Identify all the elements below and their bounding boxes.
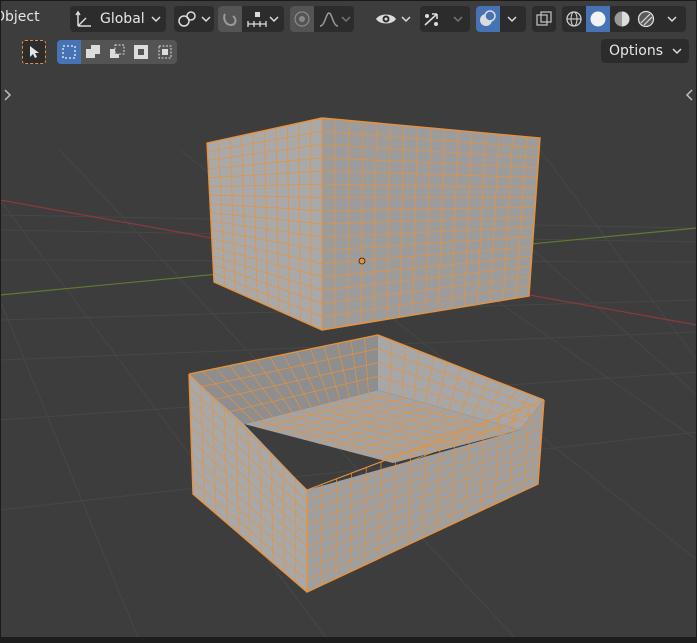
material-shading-icon [614, 11, 630, 27]
chevron-down-icon [672, 48, 682, 55]
magnet-snap-icon [223, 13, 237, 27]
selection-mode-new[interactable] [57, 40, 81, 64]
selection-mode-extend[interactable] [81, 40, 105, 64]
gizmo-group [420, 6, 470, 32]
shading-solid-button[interactable] [586, 6, 610, 32]
transform-orientation-dropdown[interactable]: Global [70, 6, 166, 32]
select-invert-icon [134, 45, 148, 59]
shading-material-button[interactable] [610, 6, 634, 32]
proportional-edit-group [290, 6, 354, 32]
lower-box-mesh [188, 334, 545, 593]
select-subtract-icon [110, 44, 125, 58]
pivot-link-icon [178, 11, 196, 27]
object-origin [358, 257, 366, 265]
chevron-down-icon [341, 16, 351, 23]
proportional-edit-icon [294, 11, 310, 27]
transform-orientation-value: Global [100, 11, 145, 27]
overlay-toggle[interactable] [476, 6, 500, 32]
snap-increment-icon[interactable] [246, 10, 268, 28]
selection-mode-subtract[interactable] [105, 40, 129, 64]
shading-rendered-button[interactable] [634, 6, 658, 32]
gizmo-toggle[interactable] [420, 6, 444, 32]
pivot-point-dropdown[interactable] [174, 6, 214, 32]
overlay-icon [480, 10, 496, 26]
select-intersect-icon [158, 45, 172, 59]
chevron-down-icon [201, 16, 211, 23]
blender-3d-viewport[interactable]: Object Global [0, 0, 697, 643]
sidebar-expand-arrow-icon[interactable] [684, 88, 694, 102]
shading-group [562, 6, 686, 32]
xray-toggle[interactable] [532, 6, 556, 32]
chevron-down-icon[interactable] [452, 13, 464, 25]
select-cursor-icon [30, 46, 39, 58]
selection-mode-group [57, 40, 177, 64]
wireframe-shading-icon [566, 11, 582, 27]
chevron-down-icon [269, 16, 279, 23]
gizmo-icon [424, 13, 438, 26]
upper-cube-left-face [207, 118, 322, 330]
chevron-down-icon [151, 16, 161, 23]
select-extend-icon [86, 45, 100, 58]
viewport-header: Object Global [0, 0, 697, 38]
visibility-eye-icon [376, 14, 396, 24]
chevron-down-icon[interactable] [666, 13, 678, 25]
upper-cube-mesh [206, 117, 541, 331]
selection-mode-invert[interactable] [129, 40, 153, 64]
select-tool-button[interactable] [22, 40, 46, 64]
toolbar-expand-arrow-icon[interactable] [3, 88, 13, 102]
chevron-down-icon [401, 16, 411, 23]
transform-orientation-icon [75, 10, 91, 27]
proportional-edit-toggle[interactable] [290, 6, 314, 32]
rendered-shading-icon [637, 10, 655, 28]
xray-icon [536, 11, 552, 26]
chevron-down-icon[interactable] [506, 13, 518, 25]
visibility-dropdown[interactable] [374, 6, 414, 32]
options-dropdown[interactable]: Options [601, 39, 689, 63]
snap-group [218, 6, 284, 32]
shading-wireframe-button[interactable] [562, 6, 586, 32]
solid-shading-icon [590, 11, 606, 27]
snap-toggle[interactable] [218, 6, 242, 32]
mode-selector[interactable]: Object [0, 9, 40, 25]
overlay-group [476, 6, 526, 32]
falloff-curve-icon[interactable] [318, 10, 340, 28]
options-label: Options [609, 43, 664, 59]
viewport-canvas[interactable] [0, 0, 697, 643]
selection-mode-intersect[interactable] [153, 40, 177, 64]
select-new-icon [62, 45, 76, 59]
